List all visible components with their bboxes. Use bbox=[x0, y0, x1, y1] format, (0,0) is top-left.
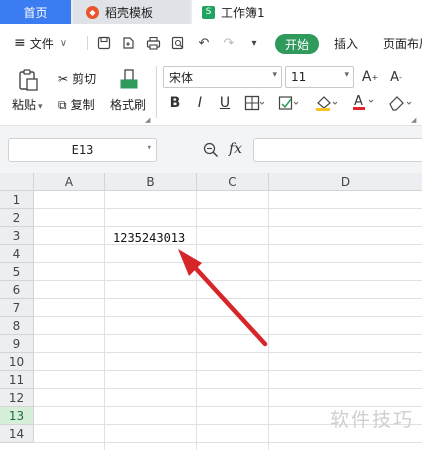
save-icon[interactable] bbox=[96, 35, 112, 51]
borders-icon[interactable] bbox=[243, 94, 265, 112]
redo-icon[interactable]: ↷ bbox=[221, 35, 237, 51]
paste-icon[interactable] bbox=[16, 67, 40, 93]
paste-button[interactable]: 粘贴 ▾ bbox=[12, 96, 43, 113]
chevron-down-icon: ∨ bbox=[59, 37, 68, 49]
underline-icon[interactable]: U bbox=[216, 94, 234, 112]
tab-home-label: 首页 bbox=[23, 5, 48, 20]
font-name-value: 宋体 bbox=[169, 70, 194, 85]
tab-workbook-label: 工作簿1 bbox=[221, 5, 265, 20]
cut-button[interactable]: ✂ 剪切 bbox=[58, 70, 96, 87]
name-box-value: E13 bbox=[71, 143, 94, 157]
export-icon[interactable] bbox=[120, 35, 136, 51]
print-icon[interactable] bbox=[145, 35, 161, 51]
tab-start-label: 开始 bbox=[284, 37, 309, 52]
name-box[interactable]: E13 ▾ bbox=[8, 138, 157, 162]
chevron-down-icon: ▾ bbox=[272, 70, 277, 80]
copy-button[interactable]: ⧉ 复制 bbox=[58, 96, 95, 113]
function-icon[interactable]: fx bbox=[229, 141, 242, 157]
format-painter-label: 格式刷 bbox=[110, 98, 147, 112]
fill-color-icon[interactable] bbox=[314, 94, 338, 112]
spreadsheet-icon: S bbox=[202, 5, 215, 19]
svg-text:A: A bbox=[354, 94, 363, 109]
docer-icon: ◆ bbox=[86, 5, 99, 19]
format-painter-icon[interactable] bbox=[118, 67, 140, 93]
font-size-select[interactable]: 11 ▾ bbox=[285, 66, 354, 88]
dialog-launcher-icon[interactable]: ◢ bbox=[145, 116, 150, 124]
decrease-font-icon[interactable]: A- bbox=[386, 68, 406, 86]
tab-insert[interactable]: 插入 bbox=[334, 24, 358, 62]
format-painter-button[interactable]: 格式刷 bbox=[110, 96, 146, 113]
paste-label: 粘贴 bbox=[12, 98, 37, 112]
tab-template-label: 稻壳模板 bbox=[105, 5, 154, 20]
chevron-down-icon[interactable]: ▾ bbox=[246, 35, 262, 51]
increase-font-icon[interactable]: A + bbox=[360, 68, 380, 86]
file-menu-label: 文件 bbox=[29, 36, 54, 51]
hamburger-icon: ≡ bbox=[14, 35, 26, 51]
zoom-icon[interactable] bbox=[203, 141, 219, 159]
menu-row: ≡ 文件 ∨ ↶ ↷ ▾ 开始 插入 页面布局 bbox=[0, 24, 422, 62]
formula-area: E13 ▾ fx bbox=[0, 126, 422, 173]
dialog-launcher-icon[interactable]: ◢ bbox=[411, 116, 416, 124]
tab-home[interactable]: 首页 bbox=[0, 0, 71, 24]
chevron-down-icon: ▾ bbox=[344, 70, 349, 80]
print-preview-icon[interactable] bbox=[170, 35, 186, 51]
cell-style-icon[interactable] bbox=[277, 94, 299, 112]
undo-icon[interactable]: ↶ bbox=[196, 35, 212, 51]
tab-page-layout-label: 页面布局 bbox=[383, 36, 422, 51]
scissors-icon: ✂ bbox=[58, 72, 69, 86]
cut-label: 剪切 bbox=[72, 72, 97, 86]
tab-bar: 首页 ◆ 稻壳模板 S 工作簿1 bbox=[0, 0, 422, 24]
tab-page-layout[interactable]: 页面布局 bbox=[383, 24, 422, 62]
font-name-select[interactable]: 宋体 ▾ bbox=[163, 66, 282, 88]
chevron-down-icon: ▾ bbox=[146, 143, 152, 153]
copy-icon: ⧉ bbox=[58, 98, 67, 112]
bold-icon[interactable]: B bbox=[166, 94, 184, 112]
tab-insert-label: 插入 bbox=[334, 36, 359, 51]
tab-template[interactable]: ◆ 稻壳模板 bbox=[73, 0, 190, 24]
tab-workbook[interactable]: S 工作簿1 bbox=[192, 0, 422, 24]
chevron-down-icon: ▾ bbox=[38, 102, 43, 112]
ribbon-divider bbox=[156, 66, 157, 118]
font-color-icon[interactable]: A bbox=[351, 92, 375, 112]
formula-input[interactable] bbox=[253, 138, 422, 162]
menu-divider bbox=[87, 36, 88, 50]
tab-start[interactable]: 开始 bbox=[275, 34, 319, 54]
spreadsheet-grid[interactable]: A B C D 1 2 3 4 5 6 7 8 9 10 11 12 13 14… bbox=[0, 173, 422, 450]
font-size-value: 11 bbox=[291, 70, 307, 84]
ribbon: 粘贴 ▾ ✂ 剪切 ⧉ 复制 格式刷 宋体 ▾ 11 ▾ A + A- B I U A … bbox=[0, 62, 422, 126]
watermark-text: 软件技巧 bbox=[329, 409, 414, 431]
italic-icon[interactable]: I bbox=[191, 94, 209, 112]
eraser-icon[interactable] bbox=[387, 94, 413, 112]
copy-label: 复制 bbox=[70, 98, 95, 112]
file-menu[interactable]: ≡ 文件 ∨ bbox=[14, 24, 67, 62]
